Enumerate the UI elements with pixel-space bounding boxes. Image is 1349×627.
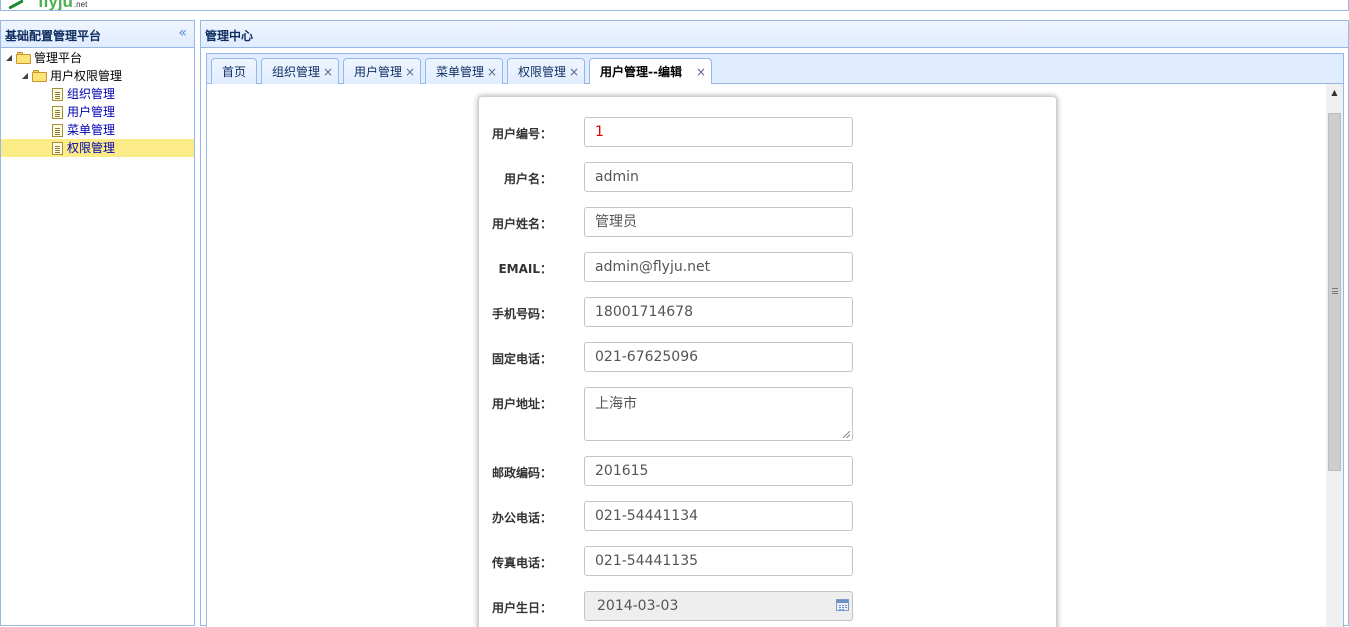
tab-label: 用户管理--编辑	[600, 65, 682, 79]
tree-node-label: 菜单管理	[67, 123, 116, 137]
field-label: 用户编号：	[491, 127, 552, 141]
tab-label: 组织管理	[272, 65, 321, 79]
tab-user[interactable]: 用户管理 ×	[343, 58, 421, 85]
address-text: 上海市	[595, 396, 637, 412]
field-label: 固定电话：	[491, 352, 552, 366]
tab-strip: 首页 组织管理 × 用户管理 × 菜单管理 × 权限管理 × 用户管理--编辑 …	[206, 53, 1344, 86]
tab-content: 用户编号： 1 用户名： admin 用户姓名： 管理员 EMAIL： admi…	[206, 84, 1344, 627]
tree-node-user[interactable]: 用户管理	[1, 103, 194, 121]
form-row-address: 用户地址： 上海市	[479, 387, 1058, 441]
file-icon	[52, 124, 63, 137]
tab-home[interactable]: 首页	[211, 58, 257, 85]
close-icon[interactable]: ×	[487, 60, 497, 85]
field-label: 用户地址：	[491, 397, 552, 411]
email-field[interactable]: admin@flyju.net	[584, 252, 853, 282]
center-panel-title: 管理中心	[205, 29, 254, 43]
tab-label: 菜单管理	[436, 65, 485, 79]
tree-node-label: 用户权限管理	[50, 69, 123, 83]
birthday-field[interactable]: 2014-03-03	[584, 591, 853, 621]
double-chevron-left-icon[interactable]: «	[178, 25, 187, 41]
phone-field[interactable]: 021-67625096	[584, 342, 853, 372]
field-label: 用户名：	[503, 172, 552, 186]
resize-handle-icon[interactable]	[843, 431, 850, 438]
field-label: 邮政编码：	[491, 466, 552, 480]
tab-user-edit[interactable]: 用户管理--编辑 ×	[589, 58, 712, 86]
logo-tld: .net	[73, 0, 88, 9]
folder-open-icon	[16, 52, 32, 64]
tree-node-label: 管理平台	[34, 51, 83, 65]
field-label: 用户生日：	[491, 601, 552, 615]
expanded-arrow-icon[interactable]: ◢	[4, 49, 14, 67]
tab-label: 首页	[222, 65, 247, 79]
center-panel: 管理中心 首页 组织管理 × 用户管理 × 菜单管理 × 权限管理 × 用户管理…	[200, 20, 1349, 627]
field-label: 手机号码：	[491, 307, 552, 321]
file-icon	[52, 142, 63, 155]
close-icon[interactable]: ×	[323, 60, 333, 85]
tree-node-platform[interactable]: ◢ 管理平台	[1, 49, 194, 67]
tab-org[interactable]: 组织管理 ×	[261, 58, 339, 85]
tree-node-label: 用户管理	[67, 105, 116, 119]
fax-field[interactable]: 021-54441135	[584, 546, 853, 576]
form-row-user-id: 用户编号： 1	[479, 117, 1058, 147]
close-icon[interactable]: ×	[569, 60, 579, 85]
scrollbar-thumb[interactable]	[1328, 113, 1341, 471]
scroll-up-arrow-icon[interactable]: ▲	[1326, 84, 1343, 101]
mobile-field[interactable]: 18001714678	[584, 297, 853, 327]
form-row-office-phone: 办公电话： 021-54441134	[479, 501, 1058, 531]
west-panel-title: 基础配置管理平台	[5, 29, 102, 43]
tree-node-permission[interactable]: 权限管理	[1, 139, 194, 157]
west-panel-header: 基础配置管理平台 «	[1, 21, 194, 48]
form-row-email: EMAIL： admin@flyju.net	[479, 252, 1058, 282]
close-icon[interactable]: ×	[405, 60, 415, 85]
logo-word: flyju	[38, 0, 73, 11]
form-row-username: 用户名： admin	[479, 162, 1058, 192]
folder-open-icon	[32, 70, 48, 82]
form-row-phone: 固定电话： 021-67625096	[479, 342, 1058, 372]
field-label: 办公电话：	[491, 511, 552, 525]
nav-tree: ◢ 管理平台 ◢ 用户权限管理 组织管理 用户管理 菜单管理 权限管理	[1, 48, 194, 157]
form-row-birthday: 用户生日： 2014-03-03	[479, 591, 1058, 621]
center-panel-header: 管理中心	[201, 21, 1348, 48]
expanded-arrow-icon[interactable]: ◢	[20, 67, 30, 85]
logo-swoosh-icon	[6, 0, 24, 9]
tab-permission[interactable]: 权限管理 ×	[507, 58, 585, 85]
grip-icon	[1332, 288, 1338, 294]
postcode-field[interactable]: 201615	[584, 456, 853, 486]
tree-node-org[interactable]: 组织管理	[1, 85, 194, 103]
file-icon	[52, 106, 63, 119]
username-field[interactable]: admin	[584, 162, 853, 192]
user-id-field[interactable]: 1	[584, 117, 853, 147]
tree-node-label: 权限管理	[67, 141, 116, 155]
form-row-postcode: 邮政编码： 201615	[479, 456, 1058, 486]
birthday-value: 2014-03-03	[597, 598, 679, 614]
tab-label: 用户管理	[354, 65, 403, 79]
calendar-icon[interactable]	[836, 599, 849, 611]
address-textarea[interactable]: 上海市	[584, 387, 853, 441]
field-label: 用户姓名：	[491, 217, 552, 231]
user-edit-form: 用户编号： 1 用户名： admin 用户姓名： 管理员 EMAIL： admi…	[478, 96, 1057, 627]
office-phone-field[interactable]: 021-54441134	[584, 501, 853, 531]
tree-node-label: 组织管理	[67, 87, 116, 101]
west-panel: 基础配置管理平台 « ◢ 管理平台 ◢ 用户权限管理 组织管理 用户管理 菜单管…	[0, 20, 195, 626]
tab-menu[interactable]: 菜单管理 ×	[425, 58, 503, 85]
top-banner: flyju .net	[0, 0, 1349, 12]
real-name-field[interactable]: 管理员	[584, 207, 853, 237]
tree-node-menu[interactable]: 菜单管理	[1, 121, 194, 139]
vertical-scrollbar[interactable]: ▲	[1326, 84, 1343, 627]
field-label: 传真电话：	[491, 556, 552, 570]
logo: flyju .net	[6, 0, 88, 11]
tab-label: 权限管理	[518, 65, 567, 79]
close-icon[interactable]: ×	[696, 60, 706, 85]
tree-node-user-permission[interactable]: ◢ 用户权限管理	[1, 67, 194, 85]
form-row-mobile: 手机号码： 18001714678	[479, 297, 1058, 327]
file-icon	[52, 88, 63, 101]
form-row-real-name: 用户姓名： 管理员	[479, 207, 1058, 237]
field-label: EMAIL：	[498, 262, 552, 276]
form-row-fax: 传真电话： 021-54441135	[479, 546, 1058, 576]
